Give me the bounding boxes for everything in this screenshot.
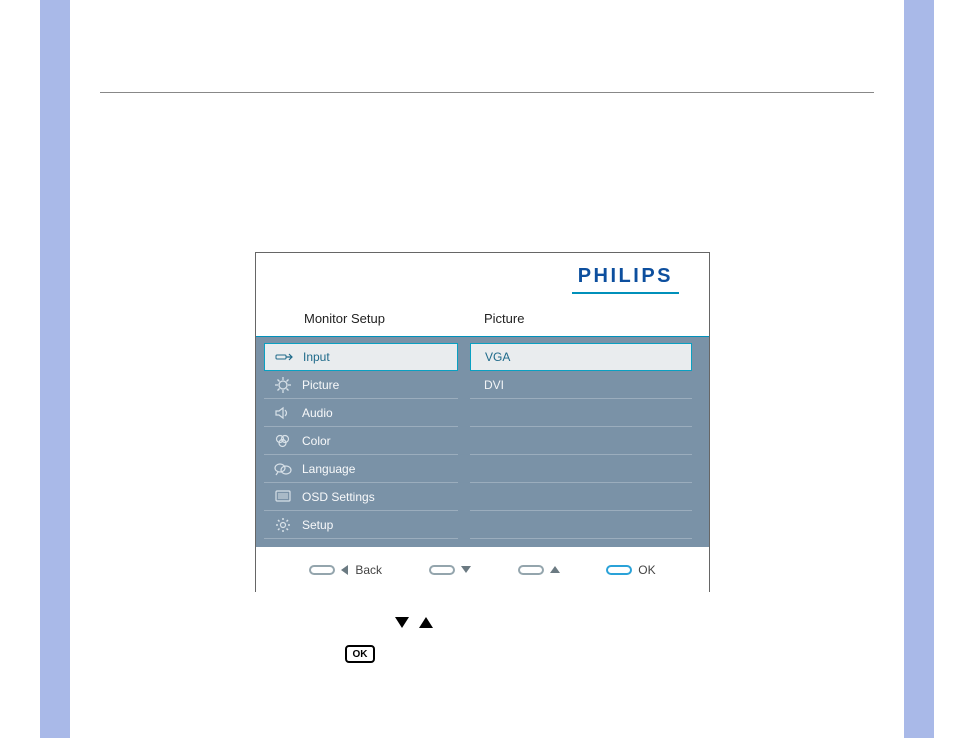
left-menu: Input [256, 337, 466, 547]
right-side-band [904, 0, 934, 738]
osd-settings-icon [274, 488, 292, 506]
menu-item-label: Audio [302, 406, 333, 420]
ok-button[interactable]: OK [606, 563, 655, 577]
ok-box-label: OK [353, 649, 368, 660]
menu-item-label: Setup [302, 518, 333, 532]
picture-icon [274, 376, 292, 394]
triangle-up-icon [550, 566, 560, 574]
menu-item-label: Color [302, 434, 331, 448]
philips-logo: PHILIPS [578, 265, 673, 287]
osd-body: Input [256, 337, 709, 547]
right-column-header: Picture [466, 311, 524, 326]
menu-item-setup[interactable]: Setup [264, 511, 458, 539]
triangle-down-icon [461, 566, 471, 574]
osd-panel: PHILIPS Monitor Setup Picture [255, 252, 710, 592]
down-button[interactable] [429, 565, 471, 575]
instruction-arrows [395, 617, 433, 628]
triangle-down-icon [395, 617, 409, 628]
triangle-up-icon [419, 617, 433, 628]
osd-header: PHILIPS [256, 253, 709, 301]
menu-item-language[interactable]: Language [264, 455, 458, 483]
osd-column-headers: Monitor Setup Picture [256, 301, 709, 337]
right-item-empty [470, 483, 692, 511]
osd-footer: Back OK [256, 547, 709, 593]
language-icon [274, 460, 292, 478]
setup-icon [274, 516, 292, 534]
right-item-label: DVI [484, 378, 504, 392]
ok-box-icon: OK [345, 645, 375, 663]
right-item-empty [470, 427, 692, 455]
right-item-vga[interactable]: VGA [470, 343, 692, 371]
right-item-label: VGA [485, 350, 510, 364]
right-item-empty [470, 511, 692, 539]
back-button[interactable]: Back [309, 563, 382, 577]
menu-item-input[interactable]: Input [264, 343, 458, 371]
back-label: Back [355, 563, 382, 577]
horizontal-rule [100, 92, 874, 93]
menu-item-label: OSD Settings [302, 490, 375, 504]
menu-item-picture[interactable]: Picture [264, 371, 458, 399]
pill-icon [518, 565, 544, 575]
audio-icon [274, 404, 292, 422]
up-button[interactable] [518, 565, 560, 575]
menu-item-label: Language [302, 462, 355, 476]
pill-icon [309, 565, 335, 575]
menu-item-audio[interactable]: Audio [264, 399, 458, 427]
pill-icon [429, 565, 455, 575]
menu-item-label: Input [303, 350, 330, 364]
right-item-dvi[interactable]: DVI [470, 371, 692, 399]
left-column-header: Monitor Setup [256, 311, 466, 326]
menu-item-osd-settings[interactable]: OSD Settings [264, 483, 458, 511]
menu-item-label: Picture [302, 378, 339, 392]
pill-icon [606, 565, 632, 575]
menu-item-color[interactable]: Color [264, 427, 458, 455]
right-item-empty [470, 399, 692, 427]
input-icon [275, 348, 293, 366]
ok-label: OK [638, 563, 655, 577]
right-menu: VGA DVI [466, 337, 696, 547]
right-item-empty [470, 455, 692, 483]
triangle-left-icon [341, 565, 349, 575]
left-side-band [40, 0, 70, 738]
color-icon [274, 432, 292, 450]
